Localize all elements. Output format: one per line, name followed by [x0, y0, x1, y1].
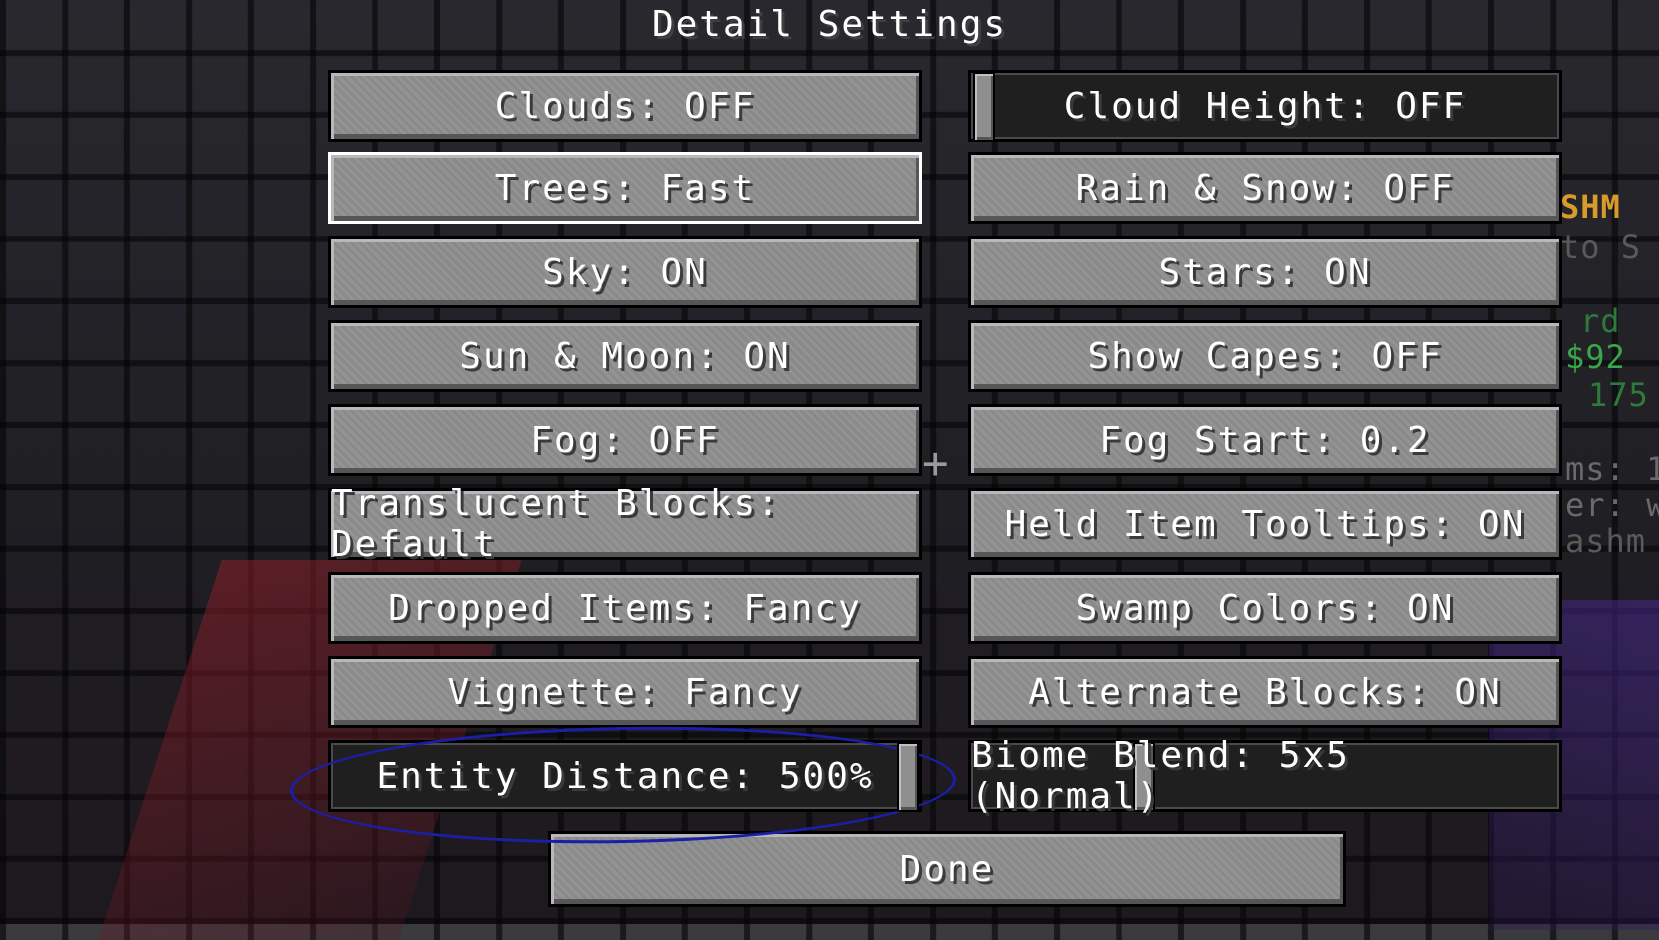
done-button[interactable]: Done	[548, 831, 1346, 907]
trees-button[interactable]: Trees: Fast	[328, 152, 922, 224]
rain-snow-button[interactable]: Rain & Snow: OFF	[968, 152, 1562, 224]
stars-button[interactable]: Stars: ON	[968, 236, 1562, 308]
held-item-tooltips-button[interactable]: Held Item Tooltips: ON	[968, 488, 1562, 560]
scoreboard-fragment: to S	[1560, 228, 1642, 266]
translucent-blocks-button[interactable]: Translucent Blocks: Default	[328, 483, 922, 565]
swamp-colors-button[interactable]: Swamp Colors: ON	[968, 572, 1562, 644]
slider-handle[interactable]	[973, 72, 995, 142]
scoreboard-fragment: rd	[1580, 302, 1621, 340]
scoreboard-fragment: $92	[1565, 338, 1626, 376]
biome-blend-slider[interactable]: Biome Blend: 5x5 (Normal)	[968, 735, 1562, 817]
fog-button[interactable]: Fog: OFF	[328, 404, 922, 476]
scoreboard-fragment: ashm	[1565, 522, 1647, 560]
show-capes-button[interactable]: Show Capes: OFF	[968, 320, 1562, 392]
dropped-items-button[interactable]: Dropped Items: Fancy	[328, 572, 922, 644]
slider-label: Entity Distance: 500%	[376, 755, 874, 797]
scoreboard-fragment: ms: 1	[1565, 450, 1659, 488]
sun-moon-button[interactable]: Sun & Moon: ON	[328, 320, 922, 392]
vignette-button[interactable]: Vignette: Fancy	[328, 656, 922, 728]
cloud-height-slider[interactable]: Cloud Height: OFF	[968, 70, 1562, 142]
screen-title: Detail Settings	[651, 4, 1008, 45]
scoreboard-fragment: SHM	[1560, 188, 1621, 226]
alternate-blocks-button[interactable]: Alternate Blocks: ON	[968, 656, 1562, 728]
sky-button[interactable]: Sky: ON	[328, 236, 922, 308]
slider-label: Biome Blend: 5x5 (Normal)	[971, 735, 1350, 817]
scoreboard-fragment: 175	[1588, 376, 1649, 414]
slider-label: Cloud Height: OFF	[1063, 85, 1467, 127]
clouds-button[interactable]: Clouds: OFF	[328, 70, 922, 142]
slider-handle[interactable]	[897, 742, 919, 812]
entity-distance-slider[interactable]: Entity Distance: 500%	[328, 740, 922, 812]
scoreboard-fragment: er: w	[1565, 486, 1659, 524]
crosshair-icon: +	[922, 438, 949, 489]
fog-start-button[interactable]: Fog Start: 0.2	[968, 404, 1562, 476]
